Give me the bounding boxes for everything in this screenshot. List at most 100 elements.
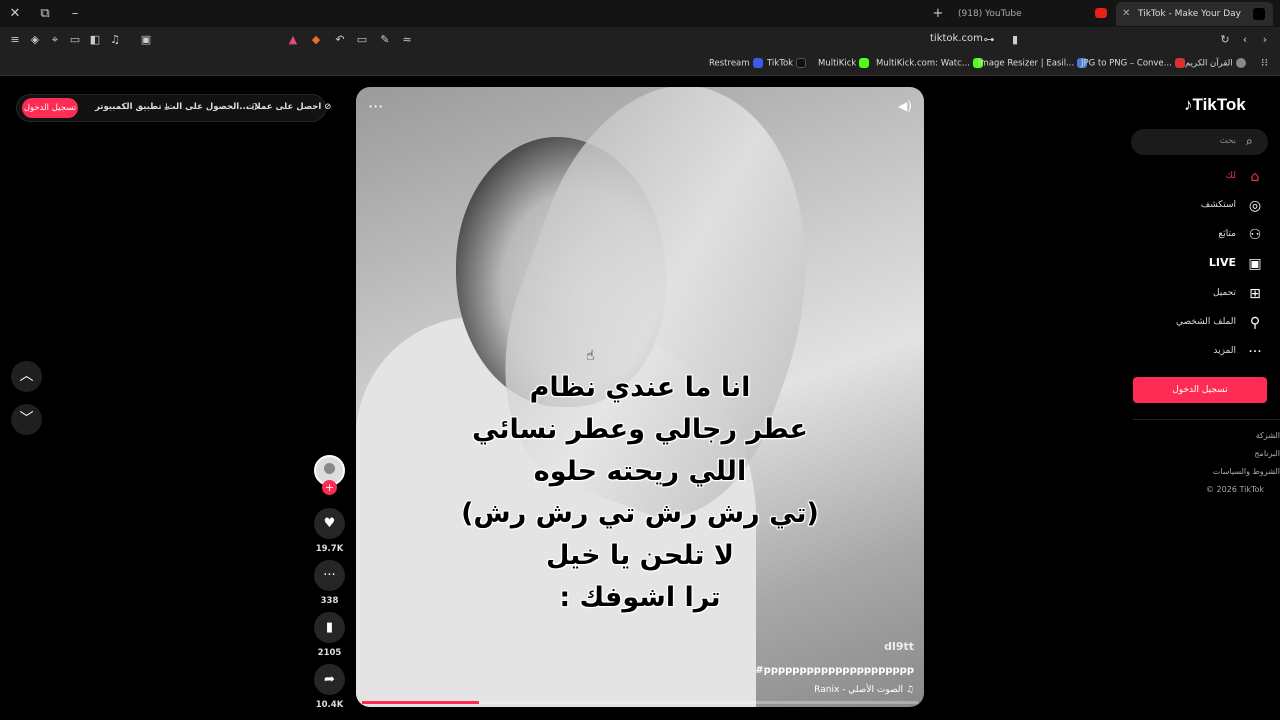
sidebar-login-button[interactable]: تسجيل الدخول	[1133, 377, 1267, 403]
video-player[interactable]: ··· ◀) انا ما عندي نظام عطر رجالي وعطر ن…	[356, 87, 924, 707]
site-settings-icon[interactable]: ⊶	[982, 33, 996, 47]
bookmark-multikick[interactable]: MultiKick	[818, 58, 870, 69]
search-input[interactable]: بحث ⌕	[1131, 129, 1268, 155]
login-pill-button[interactable]: تسجيل الدخول	[22, 98, 78, 118]
aria-icon[interactable]: ▲	[286, 33, 300, 47]
youtube-favicon-icon	[1095, 8, 1107, 18]
bookmark-icon[interactable]: ▮	[1008, 33, 1022, 47]
sidebar-item-profile[interactable]: الملف الشخصي ⚲	[1114, 313, 1264, 333]
tiktok-icon	[796, 58, 807, 68]
bookmark-image-resizer[interactable]: Image Resizer | Easil...	[978, 58, 1088, 69]
heart-icon[interactable]: ♥	[314, 508, 345, 539]
forward-icon[interactable]: ›	[1258, 33, 1272, 47]
desktop-app-link[interactable]: تطبيق الكمبيوتر ⤓	[95, 102, 168, 112]
compass-icon: ◎	[1248, 198, 1262, 214]
menu-icon[interactable]: ≡	[8, 33, 22, 47]
sidebar-item-more[interactable]: المزيد ···	[1114, 342, 1264, 362]
sidebar-item-upload[interactable]: تحميل ⊞	[1114, 284, 1264, 304]
pin-icon[interactable]: ⌖	[48, 33, 62, 47]
sidebar-item-label: استكشف	[1200, 200, 1236, 210]
sidebar-item-label: المزيد	[1213, 346, 1236, 356]
video-caption: انا ما عندي نظام عطر رجالي وعطر نسائي ال…	[356, 367, 924, 619]
like-action[interactable]: ♥ 19.7K	[313, 508, 346, 554]
close-window-icon[interactable]: ✕	[6, 5, 24, 23]
more-options-icon[interactable]: ···	[368, 97, 383, 116]
music-note-icon: ♫	[905, 685, 914, 695]
sidebar-item-label: تحميل	[1212, 288, 1236, 298]
search-icon[interactable]: ⌕	[1246, 134, 1260, 148]
shield-icon[interactable]: ◈	[28, 33, 42, 47]
bookmark-icon[interactable]: ▮	[314, 612, 345, 643]
top-action-bar: تسجيل الدخول تطبيق الكمبيوتر ⤓ الحصول عل…	[16, 94, 331, 122]
video-progress-fill	[362, 701, 479, 704]
tab-youtube[interactable]: (918) YouTube	[936, 2, 1086, 26]
reader-icon[interactable]: ▭	[355, 33, 369, 47]
bookmark-restream[interactable]: Restream	[709, 58, 763, 69]
caption-line: اللي ريحته حلوه	[533, 456, 747, 487]
footer-link-company[interactable]: الشركة	[1256, 431, 1280, 440]
bookmark-quran[interactable]: القرآن الكريم	[1185, 58, 1246, 69]
get-coins-link[interactable]: احصل على عملات ⊘	[246, 102, 331, 112]
bookmark-jpg-to-png[interactable]: JPG to PNG – Conve...	[1081, 58, 1185, 69]
brave-shield-icon[interactable]: ◆	[309, 33, 323, 47]
get-app-link[interactable]: الحصول على الت... ▯	[167, 102, 257, 112]
search-placeholder: بحث	[1219, 136, 1236, 146]
comment-count: 338	[320, 596, 339, 606]
bookmark-tiktok[interactable]: TikTok	[767, 58, 807, 69]
share-icon[interactable]: ➦	[314, 664, 345, 695]
tiktok-note-icon: ♪	[1184, 95, 1193, 114]
address-bar[interactable]: tiktok.com	[930, 33, 983, 44]
caption-line: (تي رش رش تي رش رش)	[461, 498, 819, 529]
music-icon[interactable]: ♫	[108, 33, 122, 47]
caption-line: انا ما عندي نظام	[529, 372, 751, 403]
volume-icon[interactable]: ◀)	[898, 99, 912, 115]
share-action[interactable]: ➦ 10.4K	[313, 664, 346, 710]
chevron-down-icon: ﹀	[19, 411, 34, 427]
sidebar-item-explore[interactable]: استكشف ◎	[1114, 196, 1264, 216]
restore-window-icon[interactable]: ⧉	[36, 5, 54, 23]
back-icon[interactable]: ‹	[1238, 33, 1252, 47]
bookmark-count: 2105	[317, 648, 342, 658]
translate-icon[interactable]: ✎	[378, 33, 392, 47]
upload-icon: ⊞	[1249, 286, 1261, 302]
close-tab-icon[interactable]: ✕	[1122, 8, 1134, 20]
bookmarks-bar: Restream TikTok MultiKick MultiKick.com:…	[0, 53, 1280, 76]
sidebar-item-following[interactable]: متابَع ⚇	[1114, 225, 1264, 245]
globe-icon	[1235, 58, 1246, 68]
tiktok-logo[interactable]: ♪TikTok	[1184, 95, 1246, 115]
footer-link-program[interactable]: البرنامج	[1254, 449, 1280, 458]
video-hashtags[interactable]: #ppppppppppppppppppppp	[755, 665, 914, 676]
footer-link-terms[interactable]: الشروط والسياسات	[1213, 467, 1280, 476]
sidebar-item-label: متابَع	[1218, 229, 1236, 239]
reload-icon[interactable]: ↻	[1218, 33, 1232, 47]
vpn-icon[interactable]: ≈	[400, 33, 414, 47]
sidebar-item-live[interactable]: LIVE ▣	[1114, 254, 1264, 274]
footer-copyright: © 2026 TikTok	[1206, 485, 1264, 494]
profile-icon: ⚲	[1249, 315, 1261, 331]
screenshot-icon[interactable]: ▣	[139, 33, 153, 47]
next-video-button[interactable]: ﹀	[11, 404, 42, 435]
mouse-cursor-icon: ☝	[586, 348, 595, 364]
tab-title: (918) YouTube	[958, 9, 1022, 19]
other-bookmarks-icon[interactable]: ⁝⁝	[1261, 56, 1268, 69]
bookmark-multikick-watch[interactable]: MultiKick.com: Watc...	[876, 58, 983, 69]
tab-tiktok[interactable]: ✕ TikTok - Make Your Day	[1116, 2, 1273, 26]
more-icon: ···	[1248, 344, 1262, 360]
sidebar-item-for-you[interactable]: لك ⌂	[1114, 167, 1264, 187]
browser-tab-bar: ✕ ⧉ – + (918) YouTube ✕ TikTok - Make Yo…	[0, 0, 1280, 27]
previous-video-button[interactable]: ︿	[11, 361, 42, 392]
music-link[interactable]: ♫ الصوت الأصلي - Ranix	[814, 685, 914, 695]
converter-icon	[1174, 58, 1185, 68]
minimize-window-icon[interactable]: –	[66, 5, 84, 23]
tabs-icon[interactable]: ▭	[68, 33, 82, 47]
follow-plus-icon[interactable]: +	[322, 480, 337, 495]
comment-icon[interactable]: ···	[314, 560, 345, 591]
divider	[1133, 419, 1280, 420]
video-progress-bar[interactable]	[362, 701, 918, 704]
back-action-icon[interactable]: ↶	[333, 33, 347, 47]
comment-action[interactable]: ··· 338	[313, 560, 346, 606]
chevron-up-icon: ︿	[19, 368, 34, 384]
sidebar-icon[interactable]: ◧	[88, 33, 102, 47]
bookmark-action[interactable]: ▮ 2105	[313, 612, 346, 658]
like-count: 19.7K	[315, 544, 344, 554]
